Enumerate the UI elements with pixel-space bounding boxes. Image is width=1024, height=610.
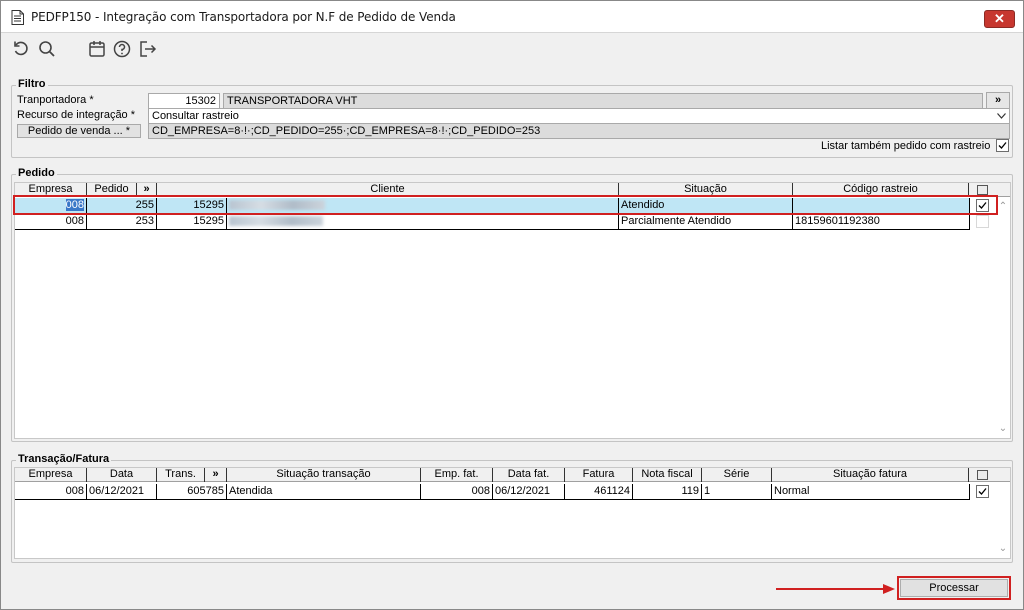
- cell-nota-fiscal: 119: [633, 484, 702, 500]
- col-situacao-fatura[interactable]: Situação fatura: [772, 468, 969, 482]
- cell-situacao-transacao: Atendida: [227, 484, 421, 500]
- chevron-down-icon[interactable]: [997, 113, 1006, 119]
- main-window: PEDFP150 - Integração com Transportadora…: [0, 0, 1024, 610]
- row-checkbox[interactable]: [976, 215, 989, 228]
- transportadora-label: Tranportadora *: [17, 94, 94, 106]
- listar-rastreio-label: Listar também pedido com rastreio: [821, 140, 991, 152]
- cell-codigo-rastreio: 18159601192380: [793, 214, 970, 230]
- transacao-title: Transação/Fatura: [16, 453, 112, 465]
- document-icon: [11, 10, 24, 25]
- exit-icon[interactable]: [138, 39, 158, 59]
- scroll-down-icon[interactable]: ⌄: [997, 543, 1009, 555]
- pedido-title: Pedido: [16, 167, 57, 179]
- col-fatura[interactable]: Fatura: [565, 468, 633, 482]
- arrow-annotation: [776, 588, 888, 590]
- col-empresa[interactable]: Empresa: [15, 468, 87, 482]
- cell-fatura: 461124: [565, 484, 633, 500]
- transportadora-name-field: TRANSPORTADORA VHT: [223, 93, 983, 109]
- cell-situacao-fatura: Normal: [772, 484, 970, 500]
- check-icon: [978, 488, 987, 495]
- scroll-up-icon[interactable]: ⌃: [997, 201, 1009, 213]
- pedido-grid: Empresa Pedido » Cliente Situação Código…: [14, 182, 1011, 439]
- scroll-down-icon[interactable]: ⌄: [997, 423, 1009, 435]
- cell-trans: 605785: [157, 484, 227, 500]
- col-data[interactable]: Data: [87, 468, 157, 482]
- close-icon[interactable]: ✕: [994, 11, 1005, 26]
- col-trans[interactable]: Trans.: [157, 468, 205, 482]
- col-expand[interactable]: »: [205, 468, 227, 482]
- row-checkbox[interactable]: [976, 485, 989, 498]
- table-row[interactable]: 008 06/12/2021 605785 Atendida 008 06/12…: [15, 484, 970, 500]
- cell-serie: 1: [702, 484, 772, 500]
- cell-cliente-codigo: 15295: [157, 214, 227, 230]
- listar-rastreio-checkbox[interactable]: [996, 139, 1009, 152]
- cell-situacao: Parcialmente Atendido: [619, 214, 793, 230]
- search-icon[interactable]: [37, 39, 57, 59]
- title-bar: PEDFP150 - Integração com Transportadora…: [1, 1, 1023, 33]
- pedido-venda-button[interactable]: Pedido de venda ... *: [17, 124, 141, 138]
- select-all-checkbox[interactable]: [977, 185, 988, 195]
- transportadora-code-input[interactable]: 15302: [148, 93, 220, 109]
- transportadora-lookup-button[interactable]: »: [986, 92, 1010, 109]
- close-button[interactable]: ✕: [984, 10, 1015, 28]
- col-serie[interactable]: Série: [702, 468, 772, 482]
- recurso-select[interactable]: Consultar rastreio: [148, 108, 1010, 124]
- cell-data: 06/12/2021: [87, 484, 157, 500]
- calendar-icon[interactable]: [87, 39, 107, 59]
- col-emp-fat[interactable]: Emp. fat.: [421, 468, 493, 482]
- processar-button[interactable]: Processar: [900, 579, 1008, 597]
- cell-pedido: 253: [87, 214, 157, 230]
- transacao-grid: Empresa Data Trans. » Situação transação…: [14, 467, 1011, 559]
- cell-emp-fat: 008: [421, 484, 493, 500]
- help-icon[interactable]: [112, 39, 132, 59]
- refresh-icon[interactable]: [11, 39, 31, 59]
- selection-annotation: [13, 195, 998, 215]
- select-all-checkbox[interactable]: [977, 470, 988, 480]
- check-icon: [998, 142, 1007, 149]
- recurso-value: Consultar rastreio: [152, 110, 239, 122]
- transacao-grid-header: Empresa Data Trans. » Situação transação…: [15, 468, 1010, 482]
- arrow-head-icon: [883, 584, 895, 594]
- col-situacao-transacao[interactable]: Situação transação: [227, 468, 421, 482]
- pedido-venda-field: CD_EMPRESA=8·!·;CD_PEDIDO=255·;CD_EMPRES…: [148, 123, 1010, 139]
- table-row[interactable]: 008 253 15295 Parcialmente Atendido 1815…: [15, 214, 970, 230]
- col-nota-fiscal[interactable]: Nota fiscal: [633, 468, 702, 482]
- col-data-fat[interactable]: Data fat.: [493, 468, 565, 482]
- cell-empresa: 008: [15, 214, 87, 230]
- window-title: PEDFP150 - Integração com Transportadora…: [31, 10, 456, 24]
- cell-empresa: 008: [15, 484, 87, 500]
- filtro-title: Filtro: [16, 78, 48, 90]
- recurso-label: Recurso de integração *: [17, 109, 136, 121]
- cell-cliente-nome: [227, 214, 619, 230]
- cell-data-fat: 06/12/2021: [493, 484, 565, 500]
